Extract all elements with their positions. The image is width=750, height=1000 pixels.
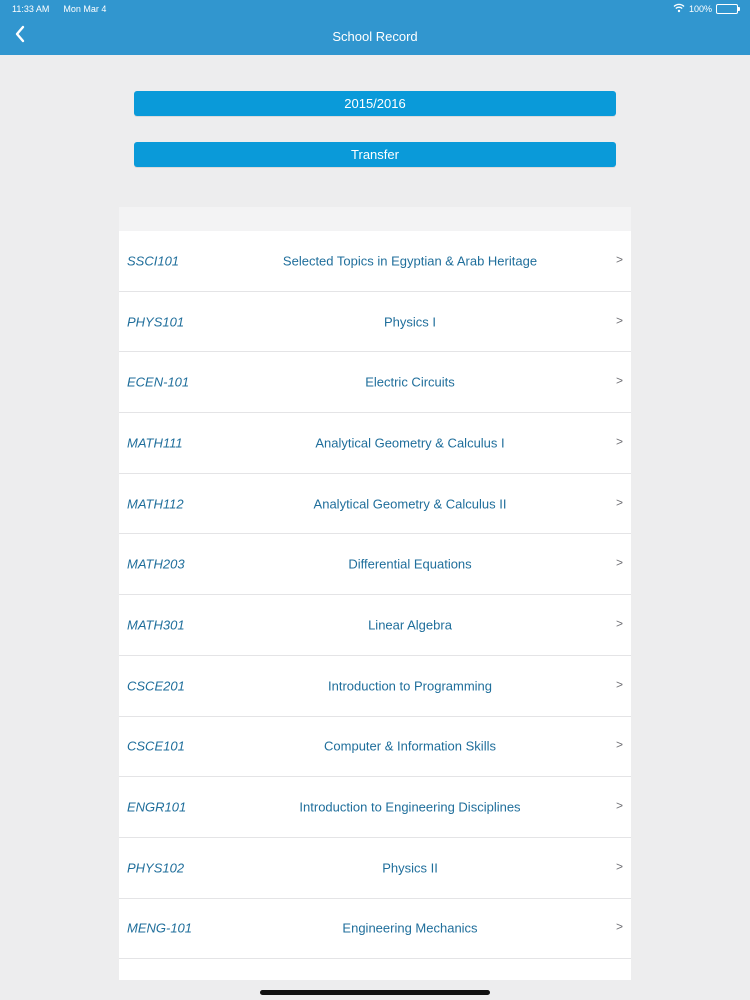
chevron-right-icon: > — [615, 737, 623, 752]
course-row[interactable]: CSCE101 Computer & Information Skills > — [119, 717, 631, 778]
course-row[interactable]: MATH203 Differential Equations > — [119, 534, 631, 596]
course-code: CSCE101 — [127, 738, 185, 754]
wifi-icon — [673, 3, 685, 15]
status-right: 100% — [673, 3, 740, 15]
course-row[interactable]: ENGR101 Introduction to Engineering Disc… — [119, 777, 631, 838]
chevron-right-icon: > — [615, 555, 623, 570]
chevron-right-icon: > — [615, 920, 623, 935]
chevron-right-icon: > — [615, 434, 623, 449]
course-name: Engineering Mechanics — [342, 920, 478, 936]
course-code: ECEN-101 — [127, 374, 190, 390]
chevron-right-icon: > — [615, 616, 623, 631]
page-title: School Record — [332, 29, 418, 44]
course-code: MENG-101 — [127, 920, 193, 936]
course-name: Introduction to Engineering Disciplines — [299, 799, 521, 815]
course-code: ENGR101 — [127, 799, 187, 815]
back-button[interactable] — [6, 22, 34, 50]
course-code: MATH203 — [127, 556, 185, 572]
course-row[interactable]: MENG-101 Engineering Mechanics > — [119, 899, 631, 960]
year-button[interactable]: 2015/2016 — [134, 91, 616, 116]
course-name: Differential Equations — [348, 556, 472, 572]
course-name: Physics I — [383, 314, 436, 330]
course-row[interactable]: PHYS102 Physics II > — [119, 838, 631, 899]
course-list: SSCI101 Selected Topics in Egyptian & Ar… — [119, 231, 631, 980]
chevron-right-icon: > — [615, 495, 623, 510]
course-row[interactable]: ECEN-101 Electric Circuits > — [119, 352, 631, 414]
course-name: Analytical Geometry & Calculus II — [313, 496, 507, 512]
chevron-left-icon — [14, 25, 26, 48]
course-row[interactable]: PHYS101 Physics I > — [119, 292, 631, 353]
chevron-right-icon: > — [615, 313, 623, 328]
course-name: Physics II — [382, 860, 438, 876]
chevron-right-icon: > — [615, 373, 623, 388]
course-code: PHYS102 — [127, 860, 185, 876]
navigation-bar: School Record — [0, 18, 750, 55]
home-indicator — [260, 990, 490, 995]
course-row[interactable]: MATH111 Analytical Geometry & Calculus I… — [119, 413, 631, 474]
course-name: Linear Algebra — [368, 617, 452, 633]
course-row[interactable]: MATH112 Analytical Geometry & Calculus I… — [119, 474, 631, 535]
course-name: Analytical Geometry & Calculus I — [315, 435, 505, 451]
chevron-right-icon: > — [615, 677, 623, 692]
status-date: Mon Mar 4 — [63, 4, 107, 14]
course-code: MATH301 — [127, 617, 185, 633]
chevron-right-icon: > — [615, 859, 623, 874]
course-name: Selected Topics in Egyptian & Arab Herit… — [282, 253, 538, 269]
battery-percent: 100% — [688, 4, 712, 14]
course-row[interactable]: CSCE201 Introduction to Programming > — [119, 656, 631, 717]
transfer-button[interactable]: Transfer — [134, 142, 616, 167]
course-code: PHYS101 — [127, 314, 185, 330]
course-code: MATH112 — [127, 496, 184, 512]
course-code: MATH111 — [127, 435, 183, 451]
course-row[interactable]: SSCI101 Selected Topics in Egyptian & Ar… — [119, 231, 631, 292]
course-code: SSCI101 — [127, 253, 180, 269]
status-bar: 11:33 AM Mon Mar 4 100% — [0, 0, 750, 18]
course-row[interactable]: MATH301 Linear Algebra > — [119, 595, 631, 656]
course-name: Introduction to Programming — [327, 678, 493, 694]
course-name: Computer & Information Skills — [324, 738, 496, 754]
chevron-right-icon: > — [615, 252, 623, 267]
battery-icon — [716, 4, 740, 14]
course-code: CSCE201 — [127, 678, 185, 694]
course-name: Electric Circuits — [365, 374, 455, 390]
status-time: 11:33 AM — [12, 4, 50, 14]
chevron-right-icon: > — [615, 798, 623, 813]
list-header — [119, 207, 631, 231]
